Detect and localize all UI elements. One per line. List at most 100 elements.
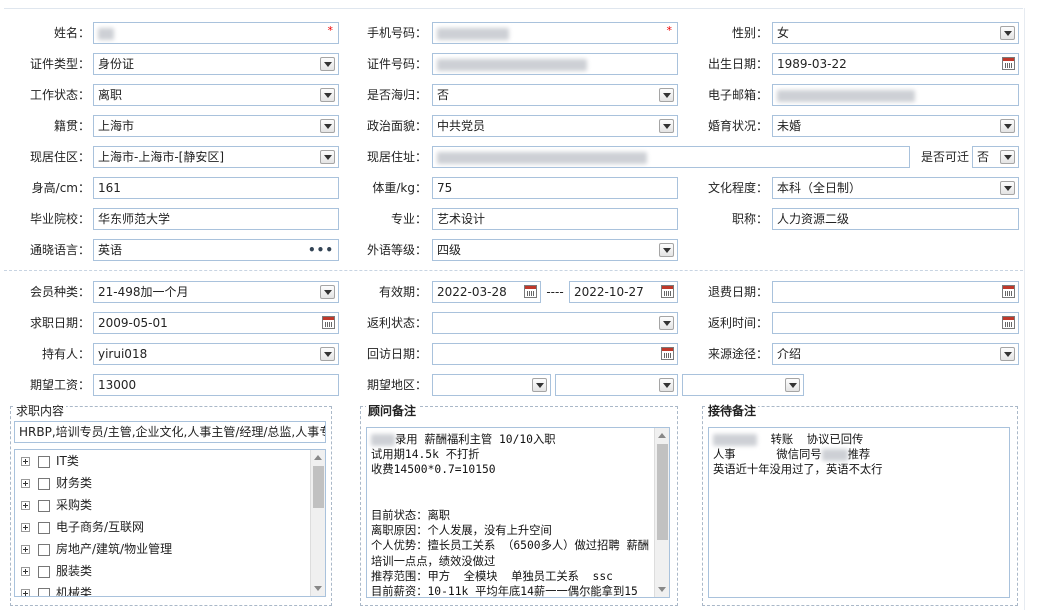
id-type-label: 证件类型： — [29, 57, 90, 71]
tree-item-it[interactable]: IT类 — [21, 451, 79, 471]
top-border — [4, 8, 1023, 9]
chevron-down-icon[interactable] — [320, 57, 335, 71]
checkbox[interactable] — [38, 477, 50, 490]
region-select-2[interactable] — [555, 374, 678, 396]
job-title-input[interactable]: 人力资源二级 — [772, 208, 1019, 230]
scroll-thumb[interactable] — [313, 466, 324, 508]
education-select[interactable]: 本科（全日制） — [772, 177, 1019, 199]
scroll-down-icon[interactable] — [314, 586, 322, 591]
tree-item-apparel[interactable]: 服装类 — [21, 561, 92, 581]
chevron-down-icon[interactable] — [532, 378, 547, 392]
rebate-time-input[interactable] — [772, 312, 1019, 334]
chevron-down-icon[interactable] — [320, 285, 335, 299]
school-input[interactable]: 华东师范大学 — [93, 208, 339, 230]
work-status-select[interactable]: 离职 — [93, 84, 339, 106]
tree-item-realestate[interactable]: 房地产/建筑/物业管理 — [21, 539, 172, 559]
chevron-down-icon[interactable] — [1000, 347, 1015, 361]
calendar-icon[interactable] — [524, 285, 537, 298]
holder-select[interactable]: yirui018 — [93, 343, 339, 365]
chevron-down-icon[interactable] — [1000, 150, 1015, 164]
scroll-up-icon[interactable] — [314, 455, 322, 460]
scroll-thumb[interactable] — [657, 444, 668, 540]
expand-icon[interactable] — [21, 523, 30, 532]
expand-icon[interactable] — [21, 479, 30, 488]
job-date-input[interactable]: 2009-05-01 — [93, 312, 339, 334]
chevron-down-icon[interactable] — [785, 378, 800, 392]
politics-select[interactable]: 中共党员 — [432, 115, 678, 137]
expand-icon[interactable] — [21, 589, 30, 596]
checkbox[interactable] — [38, 499, 50, 512]
job-content-title: 求职内容 — [14, 402, 67, 419]
marital-select[interactable]: 未婚 — [772, 115, 1019, 137]
email-input[interactable] — [772, 84, 1019, 106]
chevron-down-icon[interactable] — [320, 150, 335, 164]
expand-icon[interactable] — [21, 545, 30, 554]
reception-notes-textarea[interactable]: 转账 协议已回传 人事 微信同号 推荐 英语近十年没用过了，英语不太行 — [708, 427, 1010, 598]
checkbox[interactable] — [38, 455, 50, 468]
region-select-1[interactable] — [432, 374, 551, 396]
rebate-status-select[interactable] — [432, 312, 678, 334]
checkbox[interactable] — [38, 521, 50, 534]
salary-input[interactable]: 13000 — [93, 374, 339, 396]
language-picker[interactable]: 英语 ••• — [93, 239, 339, 261]
birth-date-input[interactable]: 1989-03-22 — [772, 53, 1019, 75]
notes-scrollbar[interactable] — [654, 428, 669, 597]
checkbox[interactable] — [38, 565, 50, 578]
more-icon[interactable]: ••• — [308, 240, 334, 260]
chevron-down-icon[interactable] — [320, 347, 335, 361]
expand-icon[interactable] — [21, 457, 30, 466]
scroll-down-icon[interactable] — [658, 587, 666, 592]
revisit-date-input[interactable] — [432, 343, 678, 365]
address-input[interactable] — [432, 146, 910, 168]
tree-scrollbar[interactable] — [310, 450, 325, 596]
residence-area-select[interactable]: 上海市-上海市-[静安区] — [93, 146, 339, 168]
id-type-select[interactable]: 身份证 — [93, 53, 339, 75]
language-level-select[interactable]: 四级 — [432, 239, 678, 261]
expand-icon[interactable] — [21, 567, 30, 576]
calendar-icon[interactable] — [661, 347, 674, 360]
consultant-notes-textarea[interactable]: 录用 薪酬福利主管 10/10入职 试用期14.5k 不打折 收费14500*0… — [366, 427, 670, 598]
scroll-up-icon[interactable] — [658, 433, 666, 438]
chevron-down-icon[interactable] — [1000, 119, 1015, 133]
chevron-down-icon[interactable] — [659, 316, 674, 330]
source-select[interactable]: 介绍 — [772, 343, 1019, 365]
validity-to-input[interactable]: 2022-10-27 — [569, 281, 678, 303]
height-input[interactable]: 161 — [93, 177, 339, 199]
chevron-down-icon[interactable] — [659, 119, 674, 133]
checkbox[interactable] — [38, 587, 50, 596]
expand-icon[interactable] — [21, 501, 30, 510]
chevron-down-icon[interactable] — [1000, 26, 1015, 40]
chevron-down-icon[interactable] — [659, 243, 674, 257]
job-category-tree[interactable]: IT类 财务类 采购类 电子商务/互联网 房地产/建筑/物业管理 服装类 机械类 — [14, 449, 326, 597]
member-type-select[interactable]: 21-498加一个月 — [93, 281, 339, 303]
weight-input[interactable]: 75 — [432, 177, 678, 199]
checkbox[interactable] — [38, 543, 50, 556]
tree-item-machinery[interactable]: 机械类 — [21, 583, 92, 596]
calendar-icon[interactable] — [1002, 57, 1015, 70]
major-input[interactable]: 艺术设计 — [432, 208, 678, 230]
chevron-down-icon[interactable] — [1000, 181, 1015, 195]
tree-item-finance[interactable]: 财务类 — [21, 473, 92, 493]
chevron-down-icon[interactable] — [320, 88, 335, 102]
calendar-icon[interactable] — [1002, 316, 1015, 329]
calendar-icon[interactable] — [661, 285, 674, 298]
chevron-down-icon[interactable] — [659, 88, 674, 102]
calendar-icon[interactable] — [1002, 285, 1015, 298]
phone-input[interactable]: * — [432, 22, 678, 44]
chevron-down-icon[interactable] — [659, 378, 674, 392]
validity-from-input[interactable]: 2022-03-28 — [432, 281, 541, 303]
tree-item-ecommerce[interactable]: 电子商务/互联网 — [21, 517, 144, 537]
native-place-select[interactable]: 上海市 — [93, 115, 339, 137]
chevron-down-icon[interactable] — [320, 119, 335, 133]
id-number-input[interactable] — [432, 53, 678, 75]
calendar-icon[interactable] — [322, 316, 335, 329]
overseas-select[interactable]: 否 — [432, 84, 678, 106]
refund-date-input[interactable] — [772, 281, 1019, 303]
relocate-select[interactable]: 否 — [972, 146, 1019, 168]
region-select-3[interactable] — [682, 374, 804, 396]
gender-select[interactable]: 女 — [772, 22, 1019, 44]
job-content-text[interactable]: HRBP,培训专员/主管,企业文化,人事主管/经理/总监,人事专 — [14, 421, 326, 443]
tree-item-procurement[interactable]: 采购类 — [21, 495, 92, 515]
work-status-label: 工作状态： — [29, 88, 90, 102]
name-input[interactable]: * — [93, 22, 339, 44]
